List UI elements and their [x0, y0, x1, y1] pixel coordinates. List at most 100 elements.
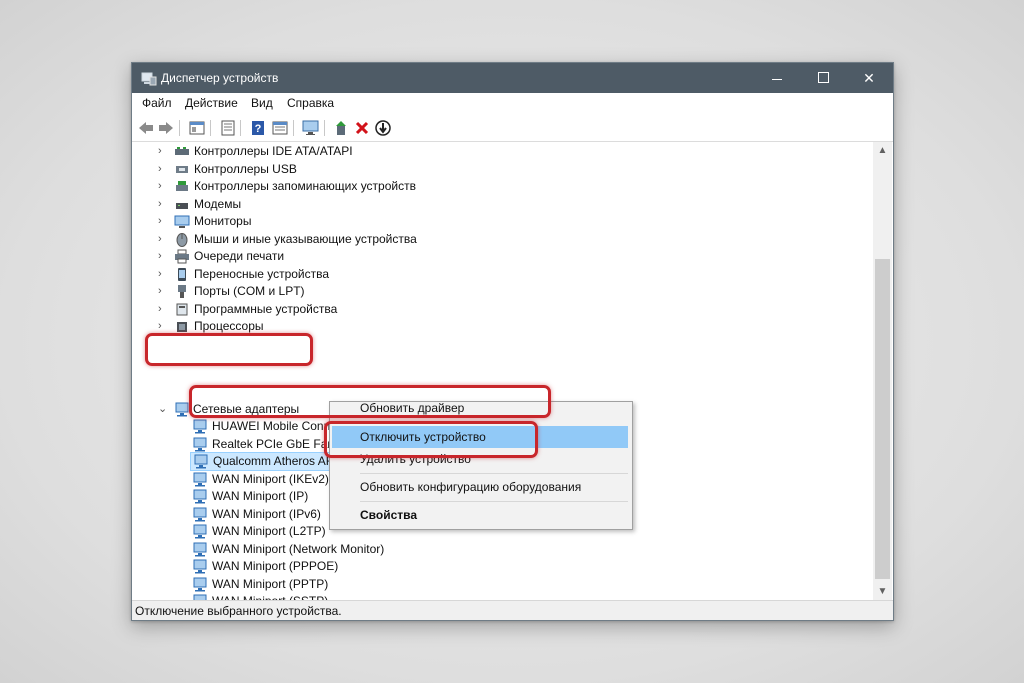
- context-menu-separator: [360, 473, 628, 474]
- chevron-right-icon[interactable]: ›: [158, 178, 168, 195]
- chevron-right-icon[interactable]: ›: [158, 213, 168, 230]
- highlight-selected-adapter: [189, 385, 551, 418]
- menu-bar: Файл Действие Вид Справка: [132, 93, 893, 115]
- chevron-right-icon[interactable]: ›: [158, 283, 168, 300]
- chevron-right-icon[interactable]: ›: [158, 231, 168, 248]
- close-button[interactable]: ✕: [846, 63, 892, 93]
- vertical-scrollbar[interactable]: ▲ ▼: [873, 142, 892, 600]
- toolbar-separator: [240, 120, 241, 136]
- tree-category-software-device[interactable]: › Программные устройства: [158, 301, 488, 318]
- back-arrow-icon: [139, 122, 153, 134]
- network-adapter-icon: [193, 472, 207, 486]
- highlight-network-adapters: [145, 333, 313, 366]
- toolbar-separator: [179, 120, 180, 136]
- tree-category-mouse[interactable]: › Мыши и иные указывающие устройства: [158, 231, 488, 248]
- network-adapter-icon: [193, 559, 207, 574]
- tree-label: Порты (COM и LPT): [194, 284, 305, 298]
- uninstall-toolbar-button[interactable]: [352, 118, 372, 138]
- chevron-right-icon[interactable]: ›: [158, 143, 168, 160]
- chevron-right-icon[interactable]: ›: [158, 301, 168, 318]
- tree-device-network-adapter[interactable]: WAN Miniport (PPTP): [190, 576, 530, 593]
- network-adapter-icon: [193, 489, 207, 504]
- disable-toolbar-button[interactable]: [373, 118, 393, 138]
- chevron-right-icon[interactable]: ›: [158, 196, 168, 213]
- context-menu-item-scan-hardware[interactable]: Обновить конфигурацию оборудования: [332, 476, 628, 498]
- tree-label: Модемы: [194, 196, 242, 211]
- tree-label: Мониторы: [194, 214, 252, 228]
- tree-category-portable-device[interactable]: › Переносные устройства: [158, 266, 488, 283]
- context-menu-label: Свойства: [360, 508, 418, 522]
- tree-label: WAN Miniport (IKEv2): [212, 471, 329, 486]
- tree-device-network-adapter[interactable]: WAN Miniport (SSTP): [190, 593, 530, 600]
- scan-hardware-toolbar-button[interactable]: [301, 118, 321, 138]
- properties-toolbar-button[interactable]: [218, 118, 238, 138]
- software-device-icon: [176, 303, 188, 315]
- maximize-icon: [817, 72, 829, 84]
- chevron-down-icon[interactable]: ⌄: [158, 401, 168, 418]
- network-adapter-icon: [193, 507, 207, 521]
- usb-icon: [176, 165, 188, 173]
- storage-controller-icon: [176, 181, 188, 191]
- tree-category-ide-controller[interactable]: › Контроллеры IDE ATA/ATAPI: [158, 143, 488, 160]
- tree-label: WAN Miniport (IP): [212, 489, 309, 503]
- minimize-icon: [772, 78, 782, 80]
- tree-device-network-adapter[interactable]: WAN Miniport (Network Monitor): [190, 541, 530, 558]
- console-tree-icon: [189, 121, 205, 135]
- chevron-right-icon[interactable]: ›: [158, 161, 168, 178]
- tree-device-network-adapter[interactable]: WAN Miniport (PPPOE): [190, 558, 530, 575]
- port-icon: [178, 285, 186, 298]
- view-icon: [272, 121, 288, 135]
- chevron-right-icon[interactable]: ›: [158, 266, 168, 283]
- context-menu-item-properties[interactable]: Свойства: [332, 504, 628, 526]
- device-tree[interactable]: › Контроллеры IDE ATA/ATAPI › Контроллеры U…: [132, 142, 873, 600]
- tree-label: Программные устройства: [194, 301, 338, 316]
- context-menu-separator: [360, 501, 628, 502]
- menu-action[interactable]: Действие: [185, 96, 238, 110]
- device-manager-icon: [141, 72, 157, 86]
- show-hide-tree-button[interactable]: [187, 118, 207, 138]
- window-title: Диспетчер устройств: [161, 71, 279, 85]
- minimize-button[interactable]: [754, 63, 800, 93]
- forward-button[interactable]: [156, 118, 176, 138]
- back-button[interactable]: [136, 118, 156, 138]
- toolbar-separator: [293, 120, 294, 136]
- tree-label: WAN Miniport (PPTP): [212, 576, 329, 591]
- svg-text:?: ?: [255, 123, 262, 135]
- tree-label: Очереди печати: [194, 249, 285, 263]
- tree-label: WAN Miniport (IPv6): [212, 506, 321, 521]
- scroll-thumb[interactable]: [875, 259, 890, 579]
- status-bar: Отключение выбранного устройства.: [132, 600, 893, 620]
- highlight-disable-device: [324, 421, 538, 458]
- scroll-down-button[interactable]: ▼: [873, 583, 892, 600]
- printer-icon: [175, 249, 189, 264]
- tree-category-printer[interactable]: › Очереди печати: [158, 248, 488, 265]
- scroll-up-button[interactable]: ▲: [873, 142, 892, 159]
- update-driver-toolbar-button[interactable]: [331, 118, 351, 138]
- network-adapter-icon: [193, 437, 207, 451]
- disable-arrow-icon: [375, 120, 391, 136]
- view-toolbar-button[interactable]: [270, 118, 290, 138]
- portable-device-icon: [178, 267, 186, 281]
- monitor-scan-icon: [302, 120, 319, 135]
- tree-category-monitor[interactable]: › Мониторы: [158, 213, 488, 230]
- help-toolbar-button[interactable]: ?: [248, 118, 268, 138]
- close-icon: ✕: [863, 70, 875, 86]
- toolbar-separator: [210, 120, 211, 136]
- chevron-right-icon[interactable]: ›: [158, 248, 168, 265]
- tree-label: WAN Miniport (L2TP): [212, 524, 326, 538]
- tree-category-usb[interactable]: › Контроллеры USB: [158, 161, 488, 178]
- tree-label: Контроллеры IDE ATA/ATAPI: [194, 144, 353, 158]
- menu-file[interactable]: Файл: [142, 96, 172, 110]
- menu-help[interactable]: Справка: [287, 96, 334, 110]
- maximize-button[interactable]: [800, 63, 846, 93]
- tree-category-modem[interactable]: › Модемы: [158, 196, 488, 213]
- update-driver-icon: [336, 121, 346, 135]
- toolbar-separator: [324, 120, 325, 136]
- tree-category-storage-controller[interactable]: › Контроллеры запоминающих устройств: [158, 178, 488, 195]
- tree-label: Переносные устройства: [194, 266, 330, 281]
- title-bar[interactable]: Диспетчер устройств ✕: [132, 63, 893, 93]
- menu-view[interactable]: Вид: [251, 96, 273, 110]
- red-x-icon: [355, 121, 369, 135]
- tree-category-port[interactable]: › Порты (COM и LPT): [158, 283, 488, 300]
- tree-label: WAN Miniport (PPPOE): [212, 559, 339, 573]
